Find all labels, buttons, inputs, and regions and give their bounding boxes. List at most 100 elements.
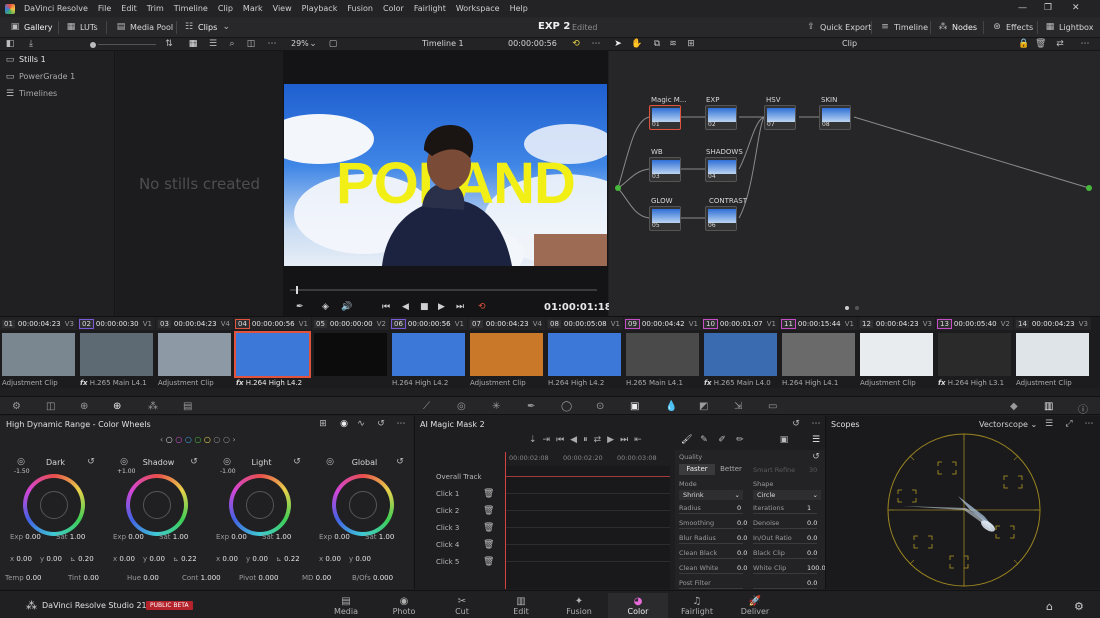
node-04[interactable]: 04: [705, 157, 737, 182]
trash-icon[interactable]: 🗑: [483, 557, 494, 567]
timeline-toggle-button[interactable]: ≡ Timeline: [880, 22, 928, 32]
effects-button[interactable]: ⊛ Effects: [992, 22, 1033, 32]
more-options-icon[interactable]: ⋯: [267, 39, 277, 49]
y-value[interactable]: 0.00: [252, 555, 268, 563]
clip-thumbnail[interactable]: 04 00:00:00:56 V1 fx H.264 High L4.2: [234, 317, 311, 389]
sat-value[interactable]: 1.00: [276, 533, 292, 541]
menu-help[interactable]: Help: [505, 4, 533, 13]
stop-icon[interactable]: ■: [420, 302, 429, 312]
menu-timeline[interactable]: Timeline: [169, 4, 213, 13]
x-value[interactable]: 0.00: [119, 555, 135, 563]
md-value[interactable]: 0.00: [316, 574, 332, 582]
hue-value[interactable]: 0.00: [143, 574, 159, 582]
reset-icon[interactable]: ↺: [292, 457, 302, 467]
menu-clip[interactable]: Clip: [213, 4, 238, 13]
trash-icon[interactable]: 🗑: [483, 523, 494, 533]
node-view-icon[interactable]: ⊞: [686, 39, 696, 49]
param-slider[interactable]: [753, 588, 817, 589]
black-offset-value[interactable]: 0.000: [373, 574, 393, 582]
lightbox-button[interactable]: ▦ Lightbox: [1045, 22, 1094, 32]
audio-icon[interactable]: 🔊: [341, 302, 352, 312]
param-slider[interactable]: [753, 558, 817, 559]
pointer-icon[interactable]: ➤: [613, 39, 623, 49]
gallery-button[interactable]: ▣ Gallery: [10, 22, 53, 32]
nodes-button[interactable]: ⁂ Nodes: [938, 22, 978, 32]
color-wheel[interactable]: [332, 474, 394, 536]
rgb-mixer-icon[interactable]: ⁂: [148, 401, 158, 412]
sidebar-item-stills[interactable]: ▭ Stills 1: [0, 51, 114, 68]
exp-value[interactable]: 0.00: [334, 533, 350, 541]
menu-trim[interactable]: Trim: [142, 4, 169, 13]
param-value[interactable]: 0.0: [807, 534, 817, 542]
clip-thumbnail[interactable]: 02 00:00:00:30 V1 fx H.265 Main L4.1: [78, 317, 155, 389]
sort-icon[interactable]: ⇅: [164, 39, 174, 49]
param-value[interactable]: 0.0: [807, 579, 817, 587]
exp-value[interactable]: 0.00: [231, 533, 247, 541]
overlay-icon[interactable]: ▣: [779, 435, 789, 445]
node-07[interactable]: 07: [764, 105, 796, 130]
track-overall[interactable]: Overall Track: [415, 469, 505, 485]
menu-mark[interactable]: Mark: [238, 4, 268, 13]
motion-effects-icon[interactable]: ▤: [183, 401, 192, 412]
sidebar-item-powergrade[interactable]: ▭ PowerGrade 1: [0, 68, 114, 85]
clip-thumbnail[interactable]: 08 00:00:05:08 V1 H.264 High L4.2: [546, 317, 623, 389]
param-slider[interactable]: [753, 543, 817, 544]
page-dot[interactable]: [845, 306, 849, 310]
falloff-value[interactable]: 0.20: [78, 555, 94, 563]
more-options-icon[interactable]: ⋯: [1084, 419, 1094, 429]
color-wheel[interactable]: [23, 474, 85, 536]
param-value[interactable]: 1: [807, 504, 811, 512]
scope-settings-icon[interactable]: ☰: [1044, 419, 1054, 429]
menu-fusion[interactable]: Fusion: [342, 4, 378, 13]
loop-playback-icon[interactable]: ⟲: [478, 302, 486, 312]
param-slider[interactable]: [679, 543, 743, 544]
node-mode[interactable]: Clip: [842, 39, 857, 48]
home-icon[interactable]: ⌂: [1046, 600, 1053, 613]
add-stroke-icon[interactable]: ✎: [699, 435, 709, 445]
color-wheel[interactable]: [229, 474, 291, 536]
param-value[interactable]: 0.0: [737, 549, 747, 557]
mask-playhead[interactable]: [505, 452, 506, 589]
param-value[interactable]: 0.0: [807, 519, 817, 527]
contrast-value[interactable]: 1.000: [201, 574, 221, 582]
sat-value[interactable]: 1.00: [379, 533, 395, 541]
mask-transport[interactable]: ⇣⇥⏮◀⏸⇄▶⏭⇤: [529, 435, 648, 445]
reset-icon[interactable]: ↺: [395, 457, 405, 467]
clip-thumbnail[interactable]: 13 00:00:05:40 V2 fx H.264 High L3.1: [936, 317, 1013, 389]
scope-type-select[interactable]: Vectorscope ⌄: [979, 420, 1037, 429]
clip-thumbnail[interactable]: 12 00:00:04:23 V3 Adjustment Clip: [858, 317, 935, 389]
eyedropper-icon[interactable]: ✒: [296, 302, 304, 312]
settings-icon[interactable]: ⚙: [1074, 600, 1084, 613]
param-slider[interactable]: [679, 558, 743, 559]
page-tab-deliver[interactable]: 🚀 Deliver: [725, 593, 785, 618]
clip-thumbnail[interactable]: 01 00:00:04:23 V3 Adjustment Clip: [0, 317, 77, 389]
better-button[interactable]: Better: [715, 464, 747, 475]
primaries-icon[interactable]: ⊕: [80, 401, 88, 412]
falloff-value[interactable]: 0.22: [181, 555, 197, 563]
faster-button[interactable]: Faster: [679, 464, 715, 475]
play-icon[interactable]: ▶: [438, 302, 445, 312]
param-value[interactable]: 0: [737, 504, 741, 512]
go-to-start-icon[interactable]: ⏮: [382, 302, 390, 312]
page-tab-color[interactable]: ◕ Color: [608, 593, 668, 618]
more-options-icon[interactable]: ⋯: [591, 39, 601, 49]
sidebar-item-timelines[interactable]: ☰ Timelines: [0, 85, 114, 102]
trash-icon[interactable]: 🗑: [483, 506, 494, 516]
param-value[interactable]: 100.0: [807, 564, 826, 572]
param-value[interactable]: 0.0: [737, 564, 747, 572]
brush-options-icon[interactable]: ✏: [735, 435, 745, 445]
param-slider[interactable]: [679, 573, 743, 574]
node-05[interactable]: 05: [649, 206, 681, 231]
camera-raw-icon[interactable]: ⚙: [12, 401, 21, 412]
hdr-wheels-icon[interactable]: ⊕: [113, 401, 121, 412]
clips-button[interactable]: ☷ Clips ⌄: [184, 22, 231, 32]
param-value[interactable]: 0.0: [807, 549, 817, 557]
viewer-scrub-bar[interactable]: [290, 289, 597, 291]
step-back-icon[interactable]: ◀: [402, 302, 409, 312]
scopes-icon[interactable]: ▥: [1044, 401, 1053, 412]
clip-thumbnail[interactable]: 11 00:00:15:44 V1 H.264 High L4.1: [780, 317, 857, 389]
page-dot[interactable]: [855, 306, 859, 310]
sat-value[interactable]: 1.00: [173, 533, 189, 541]
page-tab-photo[interactable]: ◉ Photo: [374, 593, 434, 618]
paint-brush-icon[interactable]: 🖌: [681, 435, 692, 445]
